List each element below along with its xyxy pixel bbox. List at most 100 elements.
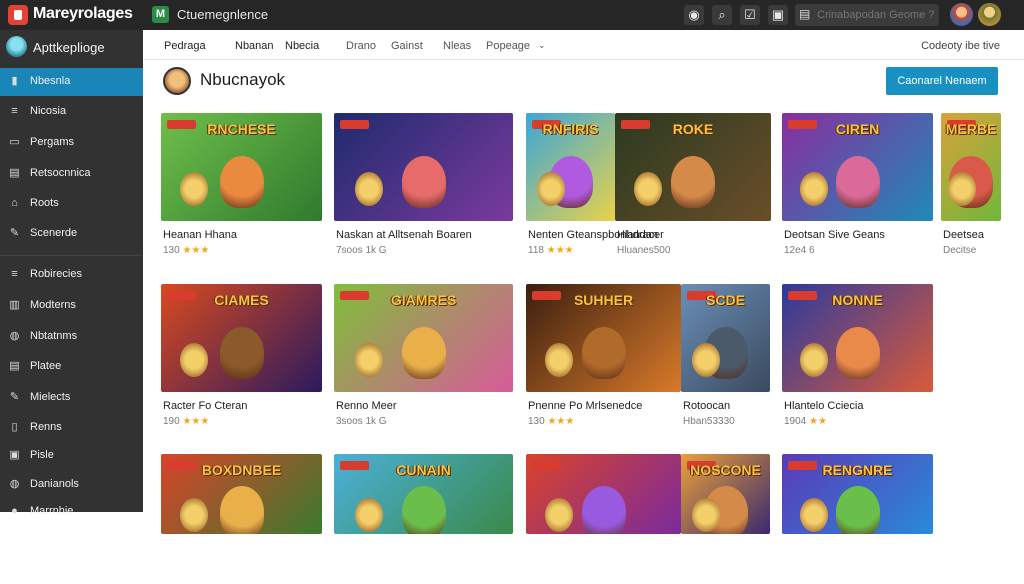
search-input[interactable]	[817, 7, 935, 23]
checklist-icon[interactable]: ☑	[740, 5, 760, 25]
thumbnail-title: RENGNRE	[822, 462, 893, 478]
game-thumbnail[interactable]: NOSCONE	[681, 454, 770, 534]
app-logo-icon[interactable]	[8, 5, 28, 25]
tab-nleas[interactable]: Nleas	[443, 40, 471, 52]
sidebar-item-label: Pergams	[30, 136, 75, 148]
game-card[interactable]: CIAMES Racter Fo Cteran 190 ★★★	[161, 284, 322, 442]
game-thumbnail[interactable]: CUNAIN	[334, 454, 513, 534]
game-thumbnail[interactable]: ROKE	[615, 113, 771, 221]
tab-nbecia[interactable]: Nbecia	[285, 40, 319, 52]
game-card[interactable]: GIAMRES Renno Meer 3soos 1k G	[334, 284, 513, 442]
user-avatar[interactable]	[950, 3, 973, 26]
card-title[interactable]: Hlantelo Cciecia	[784, 400, 863, 412]
app-logo-text[interactable]: Mareyrolages	[33, 5, 133, 23]
tab-gainst[interactable]: Gainst	[391, 40, 423, 52]
card-title[interactable]: Heanan Hhana	[163, 229, 237, 241]
app-badge-icon[interactable]: M	[152, 6, 169, 23]
game-card[interactable]: SUHHER Pnenne Po Mrlsenedce 130 ★★★	[526, 284, 681, 442]
tab-popeage[interactable]: Popeage	[486, 40, 530, 52]
game-card[interactable]: Naskan at Alltsenah Boaren 7soos 1k G	[334, 113, 513, 271]
sidebar-item-retsocnnica[interactable]: ▤ Retsocnnica	[0, 160, 143, 188]
sidebar-item-label: Retsocnnica	[30, 167, 91, 179]
record-icon[interactable]: ◉	[684, 5, 704, 25]
game-thumbnail[interactable]: RENGNRE	[782, 454, 933, 534]
card-title[interactable]: Deotsan Sive Geans	[784, 229, 885, 241]
card-title[interactable]: Renno Meer	[336, 400, 397, 412]
game-card[interactable]: RNCHESE Heanan Hhana 130 ★★★	[161, 113, 322, 271]
rating-count: 1904	[784, 416, 807, 427]
game-thumbnail[interactable]	[526, 454, 681, 534]
rating-count: 118	[528, 245, 544, 256]
game-thumbnail[interactable]: MERBE	[941, 113, 1001, 221]
card-title[interactable]: Pnenne Po Mrlsenedce	[528, 400, 642, 412]
game-thumbnail[interactable]: GIAMRES	[334, 284, 513, 392]
card-title[interactable]: Racter Fo Cteran	[163, 400, 247, 412]
side-character-illustration	[355, 172, 383, 206]
secondary-avatar[interactable]	[978, 3, 1001, 26]
card-meta: Hban53330	[683, 416, 735, 427]
primary-action-button[interactable]: Caonarel Nenaem	[886, 67, 998, 95]
sidebar-item-nicosia[interactable]: ≡ Nicosia	[0, 98, 143, 126]
star-rating-icon: ★★★	[182, 416, 210, 427]
sidebar-item-nbtatnms[interactable]: ◍ Nbtatnms	[0, 323, 143, 351]
game-card[interactable]: NOSCONE	[681, 454, 770, 584]
tab-drano[interactable]: Drano	[346, 40, 376, 52]
card-title[interactable]: Hlandan	[617, 229, 658, 241]
sidebar-header[interactable]: Apttkeplioge	[0, 30, 143, 68]
card-title[interactable]: Rotoocan	[683, 400, 730, 412]
chevron-down-icon[interactable]: ⌄	[538, 40, 546, 51]
sidebar-item-pergams[interactable]: ▭ Pergams	[0, 129, 143, 157]
card-title[interactable]: Deetsea	[943, 229, 984, 241]
game-thumbnail[interactable]: CIAMES	[161, 284, 322, 392]
game-card[interactable]: CUNAIN	[334, 454, 513, 584]
sidebar-item-mielects[interactable]: ✎ Mielects	[0, 384, 143, 412]
game-card[interactable]: NONNE Hlantelo Cciecia 1904 ★★	[782, 284, 933, 442]
search-icon[interactable]: ⌕	[712, 5, 732, 25]
game-thumbnail[interactable]: RNFIRIS	[526, 113, 615, 221]
sidebar-item-label: Modterns	[30, 299, 76, 311]
search-field[interactable]: ▤	[795, 4, 939, 26]
game-thumbnail[interactable]: BOXDNBEE	[161, 454, 322, 534]
game-card[interactable]: RNFIRIS Nenten Gteanspbonhdracer 118 ★★★	[526, 113, 664, 271]
character-illustration	[220, 156, 264, 208]
thumbnail-badge	[532, 461, 561, 470]
game-card[interactable]: RENGNRE	[782, 454, 933, 584]
sidebar-item-marrnhie[interactable]: ● Marrnhie	[0, 498, 143, 526]
game-card[interactable]	[526, 454, 681, 584]
sidebar-item-label: Marrnhie	[30, 505, 74, 517]
tab-bar-right-label[interactable]: Codeoty ibe tive	[921, 40, 1000, 52]
sidebar-item-nbesnla[interactable]: ▮ Nbesnla	[0, 68, 149, 96]
sidebar-item-platee[interactable]: ▤ Platee	[0, 353, 143, 381]
card-title[interactable]: Naskan at Alltsenah Boaren	[336, 229, 472, 241]
avatar[interactable]	[163, 67, 191, 95]
image-icon: ▣	[9, 449, 20, 461]
tab-nbanan[interactable]: Nbanan	[235, 40, 274, 52]
game-card[interactable]: CIREN Deotsan Sive Geans 12e4 6	[782, 113, 933, 271]
game-card[interactable]: BOXDNBEE	[161, 454, 322, 584]
game-thumbnail[interactable]: CIREN	[782, 113, 933, 221]
tab-pedraga[interactable]: Pedraga	[164, 40, 206, 52]
card-meta-text: Decitse	[943, 245, 977, 256]
sidebar-item-pisle[interactable]: ▣ Pisle	[0, 442, 143, 470]
thumbnail-title: BOXDNBEE	[201, 462, 282, 478]
game-thumbnail[interactable]	[334, 113, 513, 221]
game-thumbnail[interactable]: NONNE	[782, 284, 933, 392]
sidebar-item-danianols[interactable]: ◍ Danianols	[0, 471, 143, 499]
image-icon[interactable]: ▣	[768, 5, 788, 25]
game-thumbnail[interactable]: SUHHER	[526, 284, 681, 392]
side-character-illustration	[634, 172, 662, 206]
sidebar-item-modterns[interactable]: ▥ Modterns	[0, 292, 143, 320]
sidebar-item-roots[interactable]: ⌂ Roots	[0, 190, 143, 218]
game-card[interactable]: MERBE Deetsea Decitse	[941, 113, 1001, 271]
game-thumbnail[interactable]: SCDE	[681, 284, 770, 392]
sidebar-item-scenerde[interactable]: ✎ Scenerde	[0, 220, 143, 248]
side-character-illustration	[800, 172, 828, 206]
sidebar-item-robirecies[interactable]: ≡ Robirecies	[0, 261, 143, 289]
game-card[interactable]: ROKE Hlandan Hluanes500	[615, 113, 771, 271]
sidebar-item-renns[interactable]: ▯ Renns	[0, 414, 143, 442]
game-card[interactable]: SCDE Rotoocan Hban53330	[681, 284, 770, 442]
card-meta: 118 ★★★	[528, 245, 574, 256]
card-meta: 130 ★★★	[163, 245, 209, 256]
game-thumbnail[interactable]: RNCHESE	[161, 113, 322, 221]
side-character-illustration	[800, 343, 828, 377]
